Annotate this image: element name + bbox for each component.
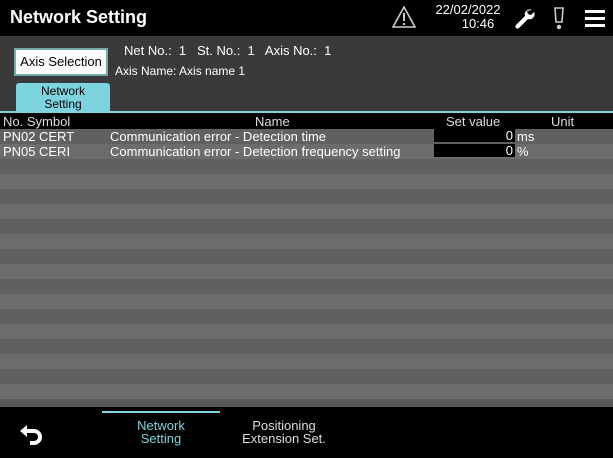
param-unit: ms [517, 129, 535, 144]
table-row [0, 249, 613, 264]
date-text: 22/02/2022 [435, 2, 501, 17]
header-name: Name [255, 114, 290, 129]
table-row [0, 369, 613, 384]
warning-icon[interactable] [392, 6, 416, 28]
table-row [0, 204, 613, 219]
header-unit: Unit [551, 114, 575, 129]
bottom-tab-network-setting[interactable]: Network Setting [102, 411, 220, 455]
table-row [0, 294, 613, 309]
table-row [0, 189, 613, 204]
table-row [0, 384, 613, 399]
time-text: 10:46 [461, 16, 495, 31]
table-row [0, 264, 613, 279]
table-row[interactable]: PN02 CERT Communication error - Detection … [0, 129, 613, 144]
param-value-field[interactable]: 0 [434, 129, 515, 142]
table-header: No. Symbol Name Set value Unit [0, 113, 613, 129]
bottom-tab-positioning-extension[interactable]: Positioning Extension Set. [225, 419, 343, 455]
header-set-value: Set value [446, 114, 501, 129]
bottom-tab-label-line2: Setting [140, 431, 182, 446]
param-no: PN05 [3, 144, 36, 159]
axis-name-text: Axis Name: Axis name 1 [115, 64, 246, 78]
table-row [0, 339, 613, 354]
network-station-axis-info: Net No.: 1 St. No.: 1 Axis No.: 1 [124, 43, 332, 58]
param-symbol: CERI [39, 144, 71, 159]
table-row [0, 159, 613, 174]
axis-info-panel: Axis Selection Net No.: 1 St. No.: 1 Axi… [0, 36, 613, 142]
table-row [0, 354, 613, 369]
table-row [0, 324, 613, 339]
param-no: PN02 [3, 129, 36, 144]
axis-selection-button[interactable]: Axis Selection [14, 48, 108, 76]
tab-network-setting[interactable]: Network Setting [16, 83, 110, 113]
table-row [0, 309, 613, 324]
header-no-symbol: No. Symbol [3, 114, 71, 129]
bottom-bar: Network Setting Positioning Extension Se… [0, 407, 613, 458]
param-unit: % [517, 144, 529, 159]
title-bar: Network Setting 22/02/2022 10:46 [0, 0, 613, 36]
page-title: Network Setting [10, 7, 148, 27]
alarm-lamp-icon[interactable] [552, 5, 566, 31]
table-row [0, 219, 613, 234]
param-value-field[interactable]: 0 [434, 144, 515, 157]
param-symbol: CERT [39, 129, 75, 144]
datetime-display: 22/02/2022 10:46 [423, 3, 513, 31]
table-row[interactable]: PN05 CERI Communication error - Detection … [0, 144, 613, 159]
tab-label-line2: Setting [44, 97, 82, 111]
table-row [0, 174, 613, 189]
back-icon[interactable] [18, 421, 44, 447]
parameter-table: No. Symbol Name Set value Unit PN02 CERT C… [0, 113, 613, 407]
wrench-icon[interactable] [512, 6, 536, 30]
menu-icon[interactable] [585, 9, 605, 27]
table-row [0, 279, 613, 294]
table-row [0, 234, 613, 249]
bottom-tab-label-line2: Extension Set. [242, 431, 326, 446]
param-name: Communication error - Detection frequenc… [110, 144, 401, 159]
param-name: Communication error - Detection time [110, 129, 327, 144]
